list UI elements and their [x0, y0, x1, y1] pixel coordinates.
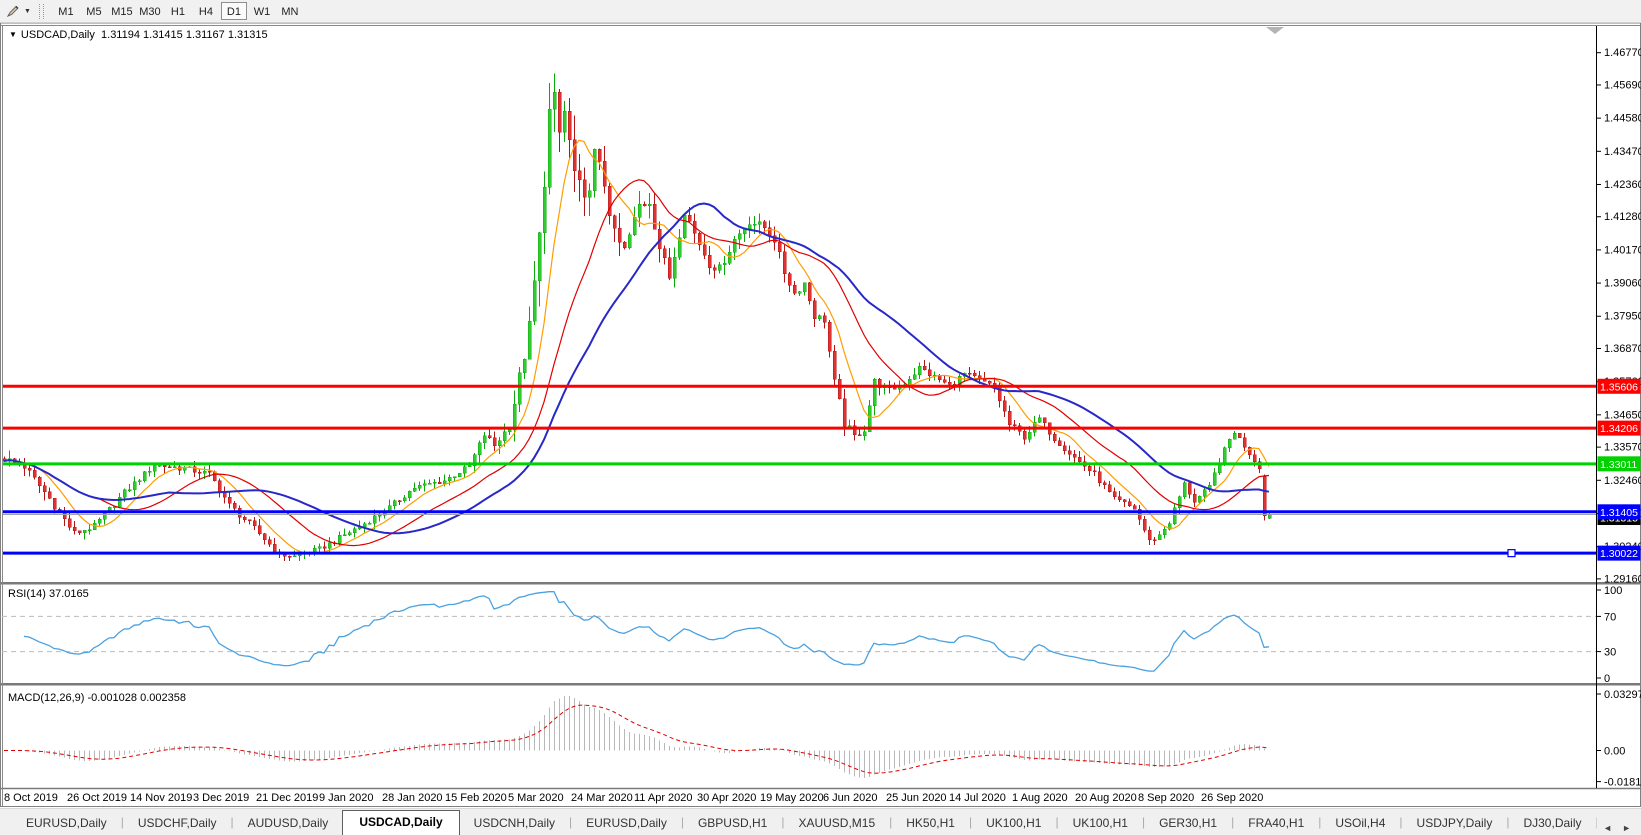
rsi-tick-label: 100: [1604, 585, 1622, 597]
tab-scroll-right-icon[interactable]: ►: [1622, 823, 1631, 833]
date-axis-label: 3 Dec 2019: [193, 792, 249, 804]
price-tick-label: 1.37950: [1604, 311, 1641, 323]
price-tick-label: 1.32460: [1604, 475, 1641, 487]
chart-tab-eurusd-daily[interactable]: EURUSD,Daily: [572, 812, 681, 835]
date-axis-label: 1 Aug 2020: [1012, 792, 1068, 804]
date-axis-label: 11 Apr 2020: [634, 792, 693, 804]
price-tick-label: 1.41280: [1604, 211, 1641, 223]
chart-tab-dj30-daily[interactable]: DJ30,Daily: [1509, 812, 1595, 835]
price-tick-label: 1.34650: [1604, 409, 1641, 421]
price-tick-label: 1.29160: [1604, 573, 1641, 585]
price-tick-label: 1.46770: [1604, 47, 1641, 59]
chart-title-symbol: USDCAD,Daily: [21, 29, 95, 41]
toolbar-grip[interactable]: [39, 4, 44, 19]
timeframe-button-m30[interactable]: M30: [137, 2, 163, 20]
chart-title: ▼ USDCAD,Daily 1.31194 1.31415 1.31167 1.…: [9, 29, 268, 41]
chart-tab-usdjpy-daily[interactable]: USDJPY,Daily: [1403, 812, 1507, 835]
chevron-down-icon[interactable]: ▼: [23, 8, 35, 15]
chart-canvas[interactable]: 1.46770 1.45690 1.44580 1.43470 1.42360 1.412…: [0, 23, 1641, 808]
chart-tab-hk50-h1[interactable]: HK50,H1: [892, 812, 969, 835]
chart-tab-ger30-h1[interactable]: GER30,H1: [1145, 812, 1231, 835]
chart-tab-fra40-h1[interactable]: FRA40,H1: [1234, 812, 1318, 835]
date-axis-label: 20 Aug 2020: [1075, 792, 1137, 804]
svg-text:1.34206: 1.34206: [1600, 423, 1638, 435]
date-axis-label: 30 Apr 2020: [697, 792, 756, 804]
rsi-tick-label: 0: [1604, 673, 1610, 685]
timeframe-button-h1[interactable]: H1: [165, 2, 191, 20]
timeframe-button-m5[interactable]: M5: [81, 2, 107, 20]
axis-price-label-1.30022: 1.30022: [1598, 546, 1641, 561]
timeframe-button-m15[interactable]: M15: [109, 2, 135, 20]
chart-tab-audusd-daily[interactable]: AUDUSD,Daily: [234, 812, 343, 835]
chart-tab-usdcnh-daily[interactable]: USDCNH,Daily: [460, 812, 569, 835]
chart-tab-uk100-h1[interactable]: UK100,H1: [1059, 812, 1142, 835]
date-axis-label: 5 Mar 2020: [508, 792, 564, 804]
chart-tab-gbpusd-h1[interactable]: GBPUSD,H1: [684, 812, 781, 835]
macd-tick-label: 0.00: [1604, 746, 1625, 758]
date-axis-label: 24 Mar 2020: [571, 792, 633, 804]
timeframe-button-mn[interactable]: MN: [277, 2, 303, 20]
date-axis-label: 25 Jun 2020: [886, 792, 947, 804]
axis-price-label-1.34206: 1.34206: [1598, 421, 1641, 436]
axis-price-label-1.31405: 1.31405: [1598, 504, 1641, 519]
svg-text:1.33011: 1.33011: [1600, 459, 1637, 471]
price-tick-label: 1.44580: [1604, 113, 1641, 125]
chart-tab-usoil-h4[interactable]: USOil,H4: [1321, 812, 1399, 835]
macd-tick-label: -0.018154: [1604, 777, 1641, 789]
axis-price-label-1.33011: 1.33011: [1598, 456, 1641, 471]
price-tick-label: 1.33570: [1604, 442, 1641, 454]
chart-tab-xauusd-m15[interactable]: XAUUSD,M15: [784, 812, 889, 835]
date-axis-label: 9 Jan 2020: [319, 792, 373, 804]
rsi-indicator-label: RSI(14) 37.0165: [8, 588, 89, 600]
timeframe-toolbar: ▼ M1M5M15M30H1H4D1W1MN: [0, 0, 1641, 23]
chart-tab-uk100-h1[interactable]: UK100,H1: [972, 812, 1055, 835]
date-axis-label: 26 Oct 2019: [67, 792, 127, 804]
chart-title-ohlc: 1.31194 1.31415 1.31167 1.31315: [101, 29, 268, 41]
date-axis-label: 8 Sep 2020: [1138, 792, 1194, 804]
date-axis-label: 6 Jun 2020: [823, 792, 877, 804]
macd-indicator-label: MACD(12,26,9) -0.001028 0.002358: [8, 692, 186, 704]
date-axis-label: 14 Nov 2019: [130, 792, 192, 804]
date-axis-label: 21 Dec 2019: [256, 792, 318, 804]
timeframe-button-h4[interactable]: H4: [193, 2, 219, 20]
collapse-triangle-icon[interactable]: ▼: [9, 30, 17, 39]
tab-scroll-left-icon[interactable]: ◄: [1603, 823, 1612, 833]
price-tick-label: 1.40170: [1604, 244, 1641, 256]
date-axis-label: 14 Jul 2020: [949, 792, 1006, 804]
price-tick-label: 1.45690: [1604, 79, 1641, 91]
axis-price-label-1.35606: 1.35606: [1598, 379, 1641, 394]
svg-text:1.30022: 1.30022: [1600, 548, 1638, 560]
rsi-tick-label: 30: [1604, 647, 1616, 659]
price-tick-label: 1.42360: [1604, 179, 1641, 191]
svg-text:1.35606: 1.35606: [1600, 381, 1638, 393]
chart-tab-usdcad-daily[interactable]: USDCAD,Daily: [342, 810, 459, 835]
pencil-icon[interactable]: [3, 2, 23, 20]
date-axis-label: 19 May 2020: [760, 792, 824, 804]
chart-tab-usdchf-daily[interactable]: USDCHF,Daily: [124, 812, 231, 835]
date-axis-label: 15 Feb 2020: [445, 792, 507, 804]
price-tick-label: 1.43470: [1604, 146, 1641, 158]
date-axis-label: 8 Oct 2019: [4, 792, 58, 804]
macd-tick-label: 0.032972: [1604, 689, 1641, 701]
price-tick-label: 1.36870: [1604, 343, 1641, 355]
timeframe-button-m1[interactable]: M1: [53, 2, 79, 20]
date-axis-label: 28 Jan 2020: [382, 792, 443, 804]
timeframe-button-w1[interactable]: W1: [249, 2, 275, 20]
chart-tab-bar: EURUSD,Daily|USDCHF,Daily|AUDUSD,DailyUS…: [0, 808, 1641, 835]
chart-tab-eurusd-daily[interactable]: EURUSD,Daily: [12, 812, 121, 835]
timeframe-button-d1[interactable]: D1: [221, 2, 247, 20]
chart-window[interactable]: ▼ USDCAD,Daily 1.31194 1.31415 1.31167 1.…: [0, 23, 1641, 808]
price-tick-label: 1.39060: [1604, 278, 1641, 290]
date-axis-label: 26 Sep 2020: [1201, 792, 1263, 804]
rsi-tick-label: 70: [1604, 611, 1616, 623]
svg-text:1.31405: 1.31405: [1600, 507, 1638, 519]
line-drag-handle[interactable]: [1508, 550, 1515, 557]
